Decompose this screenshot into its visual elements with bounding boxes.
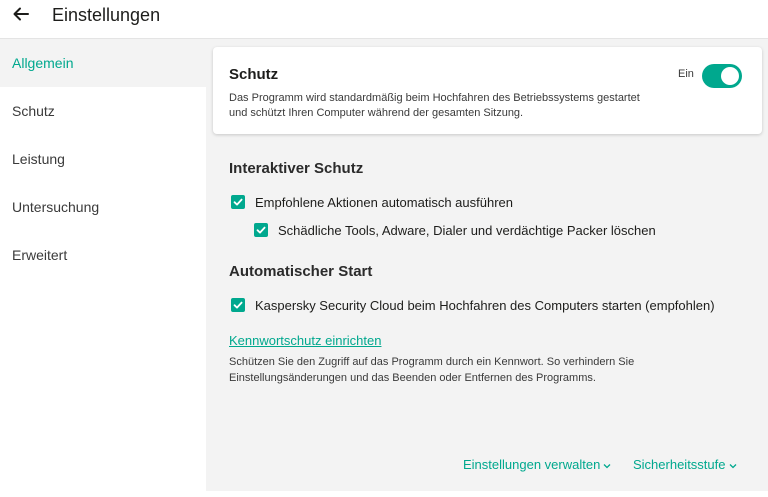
checkbox-label: Kaspersky Security Cloud beim Hochfahren… [255, 298, 715, 313]
back-button[interactable] [10, 3, 32, 25]
sidebar-item-allgemein[interactable]: Allgemein [0, 39, 206, 87]
sidebar-item-erweitert[interactable]: Erweitert [0, 231, 206, 279]
security-level-label: Sicherheitsstufe [633, 457, 726, 472]
sidebar-item-schutz[interactable]: Schutz [0, 87, 206, 135]
chevron-down-icon [729, 463, 736, 468]
checkmark-icon [233, 198, 243, 206]
protection-card-title: Schutz [229, 66, 279, 83]
settings-panel: Schutz Das Programm wird standardmäßig b… [206, 39, 768, 491]
protection-toggle[interactable] [702, 64, 742, 88]
interactive-protection-heading: Interaktiver Schutz [229, 160, 364, 177]
chevron-down-icon [603, 463, 611, 468]
checkmark-icon [233, 301, 243, 309]
header-bar: Einstellungen [0, 0, 768, 39]
checkbox-recommended-actions[interactable] [231, 195, 245, 209]
manage-settings-dropdown[interactable]: Einstellungen verwalten [463, 457, 611, 472]
manage-settings-label: Einstellungen verwalten [463, 457, 601, 472]
checkmark-icon [256, 226, 266, 234]
checkbox-label: Empfohlene Aktionen automatisch ausführe… [255, 195, 514, 210]
autostart-heading: Automatischer Start [229, 263, 373, 280]
checkbox-label: Schädliche Tools, Adware, Dialer und ver… [278, 223, 656, 238]
toggle-state-label: Ein [678, 68, 694, 80]
toggle-knob [721, 67, 739, 85]
password-protection-link[interactable]: Kennwortschutz einrichten [229, 333, 381, 348]
password-protection-description: Schützen Sie den Zugriff auf das Program… [229, 356, 635, 384]
page-title: Einstellungen [52, 5, 161, 25]
arrow-left-icon [13, 7, 29, 21]
checkbox-delete-tools[interactable] [254, 223, 268, 237]
sidebar-item-leistung[interactable]: Leistung [0, 135, 206, 183]
security-level-dropdown[interactable]: Sicherheitsstufe [633, 457, 737, 472]
sidebar-item-untersuchung[interactable]: Untersuchung [0, 183, 206, 231]
protection-card-description: Das Programm wird standardmäßig beim Hoc… [229, 92, 640, 119]
protection-card: Schutz Das Programm wird standardmäßig b… [213, 47, 762, 134]
checkbox-autostart[interactable] [231, 298, 245, 312]
sidebar: Allgemein Schutz Leistung Untersuchung E… [0, 39, 206, 491]
